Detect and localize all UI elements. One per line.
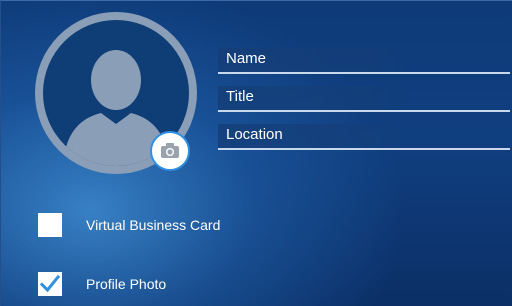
virtual-business-card-label: Virtual Business Card — [86, 217, 221, 233]
title-field-label: Title — [226, 88, 254, 105]
virtual-business-card-checkbox[interactable] — [38, 213, 62, 237]
checkmark-icon — [39, 274, 61, 293]
profile-photo-checkbox[interactable] — [38, 272, 62, 296]
profile-photo-option[interactable]: Profile Photo — [38, 272, 166, 296]
title-field-underline — [218, 110, 510, 112]
change-photo-button[interactable] — [150, 131, 190, 171]
profile-panel: Name Title Location Virtual Business Car… — [0, 0, 512, 306]
name-field-underline — [218, 72, 510, 74]
camera-icon — [161, 143, 179, 158]
virtual-business-card-option[interactable]: Virtual Business Card — [38, 213, 220, 237]
location-field-label: Location — [226, 126, 283, 143]
profile-photo-label: Profile Photo — [86, 276, 167, 292]
location-field-underline — [218, 148, 510, 150]
name-field-label: Name — [226, 50, 267, 67]
